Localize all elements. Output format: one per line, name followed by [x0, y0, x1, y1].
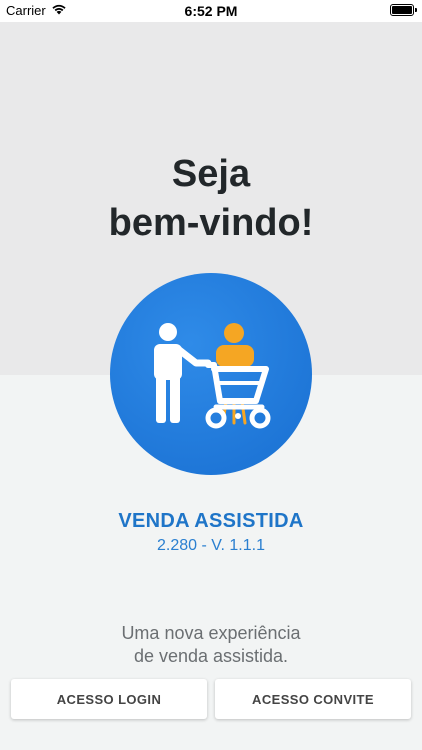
- status-bar: Carrier 6:52 PM: [0, 0, 422, 22]
- tagline: Uma nova experiência de venda assistida.: [0, 622, 422, 668]
- welcome-line-1: Seja: [171, 153, 251, 195]
- battery-icon: [390, 4, 417, 16]
- login-button[interactable]: ACESSO LOGIN: [11, 679, 207, 719]
- battery-level: [392, 6, 412, 14]
- status-time: 6:52 PM: [184, 3, 238, 19]
- app-name: VENDA ASSISTIDA: [118, 510, 304, 532]
- invite-button[interactable]: ACESSO CONVITE: [215, 679, 411, 719]
- tagline-line-1: Uma nova experiência: [121, 623, 301, 643]
- welcome-title: Seja bem-vindo!: [0, 150, 422, 248]
- status-right: [390, 4, 417, 16]
- tagline-line-2: de venda assistida.: [133, 646, 289, 666]
- welcome-line-2: bem-vindo!: [108, 202, 314, 244]
- app-logo: [110, 273, 312, 475]
- welcome-screen: Carrier 6:52 PM Seja bem-vindo! VENDA AS…: [0, 0, 422, 750]
- app-version: 2.280 - V. 1.1.1: [157, 537, 265, 554]
- assisted-shopping-cart-icon: [154, 323, 271, 429]
